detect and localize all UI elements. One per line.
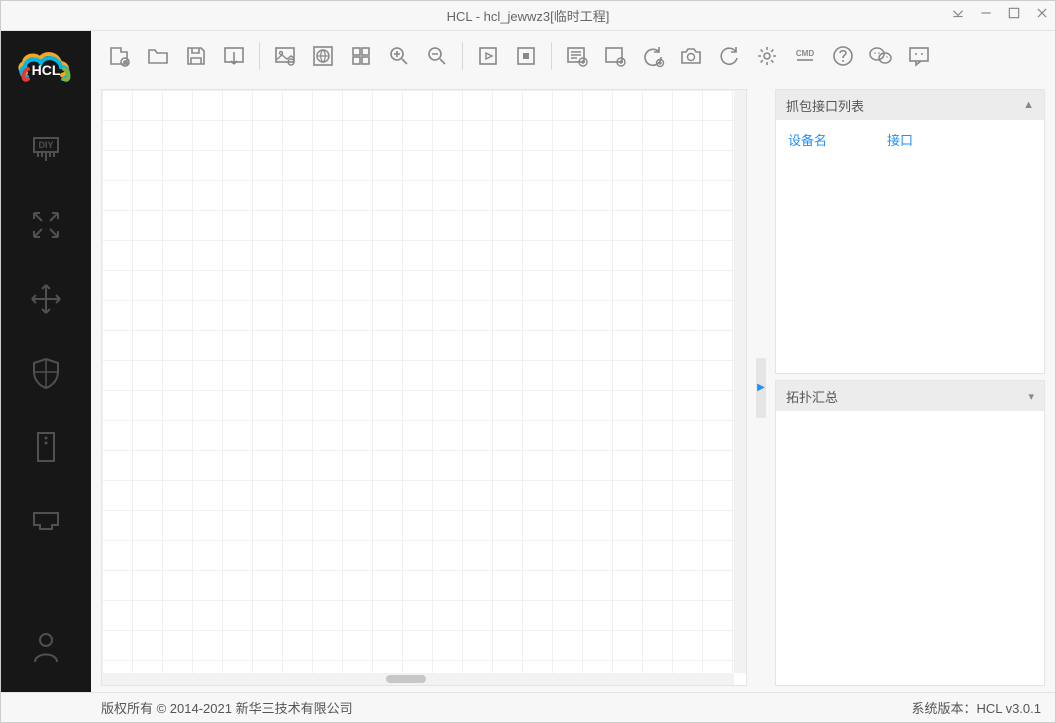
toolbar-separator [259,42,260,70]
collapse-up-icon[interactable]: ▲ [1023,99,1034,111]
zoom-in-button[interactable] [380,37,418,75]
zoom-out-button[interactable] [418,37,456,75]
panel-add-button[interactable] [596,37,634,75]
minimize-icon[interactable] [979,6,993,25]
horizontal-scrollbar[interactable] [102,673,734,685]
toolbar-separator [462,42,463,70]
stop-button[interactable] [507,37,545,75]
sidebar-port-icon[interactable] [21,496,71,546]
sidebar-move-icon[interactable] [21,274,71,324]
capture-panel: 抓包接口列表 ▲ 设备名 接口 [775,89,1045,374]
toolbar: CMD [91,31,1055,81]
column-interface[interactable]: 接口 [887,130,913,149]
save-button[interactable] [177,37,215,75]
new-file-button[interactable] [101,37,139,75]
maximize-icon[interactable] [1007,6,1021,25]
topology-panel-title: 拓扑汇总 [786,387,838,406]
svg-text:HCL: HCL [32,62,61,78]
sidebar-server-icon[interactable] [21,422,71,472]
svg-text:CMD: CMD [796,49,814,58]
hcl-logo: HCL [11,39,81,94]
collapse-menu-icon[interactable]: ▾ [1028,390,1034,403]
work-area: ▶ 抓包接口列表 ▲ 设备名 接口 拓扑汇总 ▾ [91,81,1055,692]
window-controls [951,6,1049,25]
column-device[interactable]: 设备名 [788,130,827,149]
sidebar-shield-icon[interactable] [21,348,71,398]
sidebar: HCL DIY [1,31,91,692]
sidebar-user-icon[interactable] [21,622,71,672]
camera-button[interactable] [672,37,710,75]
globe-button[interactable] [304,37,342,75]
dropdown-icon[interactable] [951,6,965,25]
topology-panel: 拓扑汇总 ▾ [775,380,1045,686]
copyright-text: 版权所有 © 2014-2021 新华三技术有限公司 [101,698,353,717]
grid-button[interactable] [342,37,380,75]
canvas-grid [102,90,746,685]
settings-button[interactable] [748,37,786,75]
export-button[interactable] [215,37,253,75]
play-button[interactable] [469,37,507,75]
statusbar: 版权所有 © 2014-2021 新华三技术有限公司 系统版本：HCL v3.0… [1,692,1055,722]
toolbar-separator [551,42,552,70]
feedback-button[interactable] [900,37,938,75]
refresh-button[interactable] [710,37,748,75]
window-title: HCL - hcl_jewwz3[临时工程] [447,6,610,25]
refresh-add-button[interactable] [634,37,672,75]
close-icon[interactable] [1035,6,1049,25]
chevron-right-icon: ▶ [756,358,766,418]
canvas[interactable] [101,89,747,686]
version-text: 系统版本：HCL v3.0.1 [911,698,1041,717]
svg-text:DIY: DIY [38,140,53,150]
capture-columns: 设备名 接口 [776,120,1044,159]
panel-collapse-handle[interactable]: ▶ [755,89,767,686]
cmd-button[interactable]: CMD [786,37,824,75]
sidebar-diy-icon[interactable]: DIY [21,126,71,176]
sidebar-expand-icon[interactable] [21,200,71,250]
list-add-button[interactable] [558,37,596,75]
titlebar: HCL - hcl_jewwz3[临时工程] [1,1,1055,31]
help-button[interactable] [824,37,862,75]
capture-panel-header: 抓包接口列表 ▲ [776,90,1044,120]
wechat-button[interactable] [862,37,900,75]
content-column: CMD ▶ 抓包接口列表 ▲ 设备名 [91,31,1055,692]
right-panel: 抓包接口列表 ▲ 设备名 接口 拓扑汇总 ▾ [775,89,1045,686]
main-container: HCL DIY [1,31,1055,692]
open-folder-button[interactable] [139,37,177,75]
vertical-scrollbar[interactable] [734,90,746,673]
capture-panel-title: 抓包接口列表 [786,96,864,115]
topology-panel-header: 拓扑汇总 ▾ [776,381,1044,411]
image-button[interactable] [266,37,304,75]
